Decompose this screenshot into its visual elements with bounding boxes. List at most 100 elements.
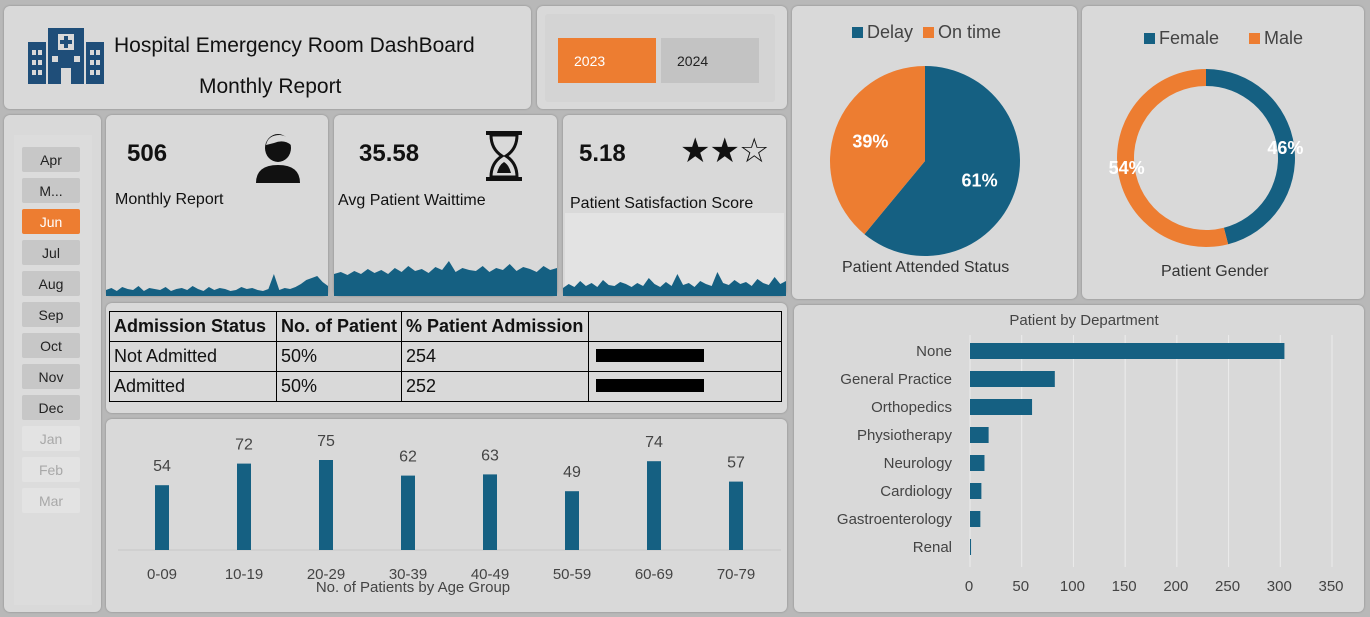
department-chart-title: Patient by Department — [1009, 312, 1159, 329]
dept-tick-label: 350 — [1318, 578, 1343, 595]
row-count: 50% — [276, 341, 402, 372]
admission-bar — [596, 379, 704, 392]
year-button-2023[interactable]: 2023 — [558, 38, 656, 83]
kpi-wait-label: Avg Patient Waittime — [338, 192, 486, 209]
dept-bar — [970, 511, 981, 527]
age-bar-value: 62 — [399, 449, 417, 466]
header-bar — [588, 311, 782, 342]
kpi-wait-value: 35.58 — [359, 140, 420, 167]
sparkline-area — [106, 274, 328, 296]
age-bar — [155, 485, 169, 550]
attended-caption: Patient Attended Status — [842, 259, 1010, 276]
month-button[interactable]: Aug — [22, 271, 80, 296]
header-admission-status: Admission Status — [109, 311, 277, 342]
row-bar-cell — [588, 371, 782, 402]
age-bar — [401, 475, 415, 550]
row-pct: 252 — [401, 371, 589, 402]
year-slicer: 2023 2024 — [537, 6, 787, 109]
month-button[interactable]: Apr — [22, 147, 80, 172]
age-bar-value: 74 — [645, 434, 663, 451]
header-no-of-patient: No. of Patient — [276, 311, 402, 342]
dept-tick-label: 300 — [1267, 578, 1292, 595]
sparkline-area — [334, 261, 557, 296]
dept-category-label: Renal — [913, 539, 952, 556]
dept-tick-label: 150 — [1112, 578, 1137, 595]
dept-bar — [970, 455, 985, 471]
person-icon — [256, 134, 300, 183]
dept-bar — [970, 399, 1033, 415]
dept-category-label: Orthopedics — [871, 399, 952, 416]
row-pct: 254 — [401, 341, 589, 372]
row-status: Admitted — [109, 371, 277, 402]
satisfaction-sparkline — [563, 272, 786, 296]
row-count: 50% — [276, 371, 402, 402]
kpi-wait: 35.58 Avg Patient Waittime — [334, 115, 557, 296]
month-button[interactable]: Nov — [22, 364, 80, 389]
age-bar — [647, 461, 661, 550]
age-bar — [565, 491, 579, 550]
dashboard-subtitle: Monthly Report — [199, 75, 342, 98]
kpi-satisfaction: 5.18 Patient Satisfaction Score ★★☆ — [563, 115, 786, 296]
patients-sparkline — [106, 274, 328, 296]
age-group-chart: 540-097210-197520-296230-396340-494950-5… — [118, 433, 781, 596]
kpi-satisfaction-value: 5.18 — [579, 140, 626, 167]
row-bar-cell — [588, 341, 782, 372]
age-category-label: 10-19 — [225, 566, 263, 583]
wait-sparkline — [334, 261, 557, 296]
kpi-patients-value: 506 — [127, 140, 168, 167]
gender-donut-chart: 46% 54% — [1109, 69, 1303, 247]
row-status: Not Admitted — [109, 341, 277, 372]
month-button: Mar — [22, 488, 80, 513]
month-button[interactable]: Sep — [22, 302, 80, 327]
age-bar-value: 49 — [563, 464, 581, 481]
admission-panel: Admission Status No. of Patient % Patien… — [106, 303, 787, 413]
age-chart-title: No. of Patients by Age Group — [316, 579, 510, 596]
table-row: Admitted 50% 252 — [109, 371, 782, 402]
age-category-label: 50-59 — [553, 566, 591, 583]
age-bar-value: 72 — [235, 437, 253, 454]
gender-panel: Female Male 46% 54% Patient Gender — [1082, 6, 1364, 299]
dept-category-label: Cardiology — [880, 483, 952, 500]
title-panel: Hospital Emergency Room DashBoard Monthl… — [4, 6, 531, 109]
dept-tick-label: 250 — [1215, 578, 1240, 595]
stars-icon: ★★☆ — [680, 132, 769, 170]
kpi-patients: 506 Monthly Report — [106, 115, 328, 296]
month-button[interactable]: Dec — [22, 395, 80, 420]
month-button[interactable]: Jul — [22, 240, 80, 265]
hospital-icon — [28, 28, 104, 84]
year-button-2024[interactable]: 2024 — [661, 38, 759, 83]
kpi-patients-label: Monthly Report — [115, 191, 224, 208]
slice-label: 54% — [1109, 158, 1145, 178]
admission-bar — [596, 349, 704, 362]
dept-bar — [970, 371, 1055, 387]
month-button[interactable]: Oct — [22, 333, 80, 358]
dept-category-label: General Practice — [840, 371, 952, 388]
dept-bar — [970, 483, 982, 499]
month-button[interactable]: M... — [22, 178, 80, 203]
slice-label: 61% — [962, 171, 998, 191]
age-group-panel: 54 0-09 72 10-19 75 20-29 62 30-39 63 40-49 49 50-5… — [106, 419, 787, 612]
kpi-satisfaction-label: Patient Satisfaction Score — [570, 195, 754, 212]
age-category-label: 0-09 — [147, 566, 177, 583]
table-header-row: Admission Status No. of Patient % Patien… — [109, 311, 782, 342]
age-category-label: 60-69 — [635, 566, 673, 583]
month-button: Jan — [22, 426, 80, 451]
dept-category-label: Gastroenterology — [837, 511, 953, 528]
slice-label: 39% — [852, 131, 888, 151]
department-chart: 0 50 100 150 200 250 300 350 None General Practic… — [837, 335, 1344, 595]
slice-label: 46% — [1267, 138, 1303, 158]
age-bar — [729, 481, 743, 550]
month-button: Feb — [22, 457, 80, 482]
dept-category-label: Physiotherapy — [857, 427, 953, 444]
month-button[interactable]: Jun — [22, 209, 80, 234]
admission-table: Admission Status No. of Patient % Patien… — [109, 311, 782, 402]
dept-tick-label: 200 — [1163, 578, 1188, 595]
dept-category-label: None — [916, 343, 952, 360]
attended-pie-chart: 61% 39% — [830, 66, 1020, 256]
sparkline-area — [563, 272, 786, 296]
table-row: Not Admitted 50% 254 — [109, 341, 782, 372]
age-category-label: 70-79 — [717, 566, 755, 583]
age-bar-value: 54 — [153, 458, 171, 475]
dept-bar — [970, 427, 989, 443]
department-panel: Patient by Department 0 50 100 150 200 250 300… — [794, 305, 1364, 612]
